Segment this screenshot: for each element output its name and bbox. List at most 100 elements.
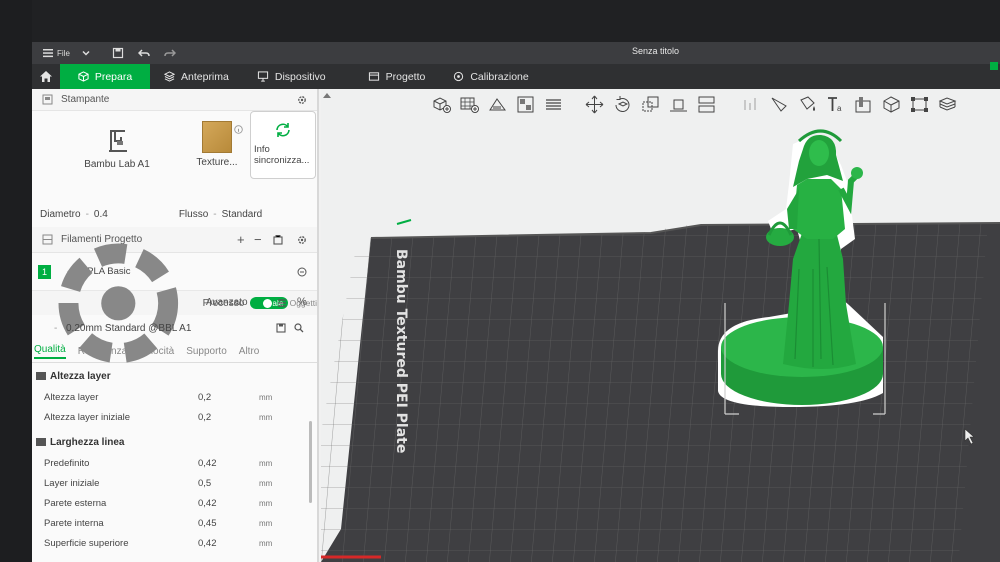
printer-settings-gear-icon[interactable]	[297, 95, 307, 105]
settings-scrollbar[interactable]	[309, 421, 312, 503]
param-label: Altezza layer	[44, 391, 99, 403]
tab-calibrazione[interactable]: Calibrazione	[439, 64, 542, 89]
param-value[interactable]: 0,2	[198, 412, 211, 423]
param-unit: mm	[259, 458, 273, 468]
param-label: Parete esterna	[44, 497, 107, 509]
monitor-bezel-left	[0, 0, 32, 562]
file-menu-label: File	[57, 48, 70, 58]
param-value[interactable]: 0,2	[198, 392, 211, 403]
process-preset-row[interactable]: - 0.20mm Standard @BBL A1	[32, 315, 317, 341]
undo-icon[interactable]	[137, 47, 150, 59]
tab-anteprima[interactable]: Anteprima	[150, 64, 243, 89]
param-label: Parete interna	[44, 517, 104, 529]
home-icon	[40, 71, 52, 82]
filament-edit-icon[interactable]	[297, 267, 307, 277]
flow-separator: -	[213, 208, 217, 220]
tab-progetto[interactable]: Progetto	[354, 64, 440, 89]
sync-info-button[interactable]: Info sincronizza...	[250, 111, 316, 179]
printer-selector[interactable]: Bambu Lab A1	[82, 123, 152, 170]
home-button[interactable]	[32, 64, 60, 89]
save-icon[interactable]	[112, 47, 124, 59]
tab-dispositivo[interactable]: Dispositivo	[243, 64, 340, 89]
param-value[interactable]: 0,5	[198, 478, 211, 489]
plate-label: Texture...	[196, 157, 238, 168]
textured-plate-thumbnail	[202, 121, 232, 153]
param-label: Predefinito	[44, 457, 90, 469]
percent-icon[interactable]: %	[297, 296, 307, 308]
model-head	[809, 140, 829, 166]
flow-label: Flusso	[178, 208, 209, 220]
param-row: Layer iniziale 0,5 mm	[32, 473, 317, 493]
sync-label-line-1: Info	[254, 144, 270, 155]
tab-prepara[interactable]: Prepara	[60, 64, 150, 89]
param-value[interactable]: 0,42	[198, 498, 217, 509]
printer-section-header: Stampante	[32, 89, 317, 111]
plate-grid	[321, 223, 989, 562]
flow-value[interactable]: Standard	[222, 209, 263, 220]
origin-marker	[396, 219, 412, 225]
tab-dispositivo-label: Dispositivo	[274, 70, 326, 83]
process-preset-name: 0.20mm Standard @BBL A1	[66, 322, 192, 334]
param-unit: mm	[259, 518, 273, 528]
param-label: Layer iniziale	[44, 477, 100, 489]
printer-icon	[109, 130, 127, 152]
diameter-separator: -	[85, 208, 89, 220]
preset-dash: -	[54, 322, 58, 334]
param-row: Altezza layer 0,2 mm	[32, 387, 317, 407]
printer-section-title: Stampante	[61, 94, 110, 105]
param-row: Parete interna 0,45 mm	[32, 513, 317, 533]
param-unit: mm	[259, 498, 273, 508]
redo-icon[interactable]	[164, 47, 176, 59]
process-section-header: Processo Globale Oggetti Avanzato %	[32, 243, 317, 363]
param-value[interactable]: 0,45	[198, 518, 217, 529]
settings-panel: Stampante Bambu Lab A1 Texture... Info s…	[32, 89, 319, 562]
layers-icon	[164, 71, 175, 82]
param-row: Parete esterna 0,42 mm	[32, 493, 317, 513]
param-unit: mm	[259, 538, 273, 548]
param-label: Altezza layer iniziale	[44, 411, 131, 423]
advanced-label: Avanzato	[206, 297, 248, 308]
param-row: Altezza layer iniziale 0,2 mm	[32, 407, 317, 427]
group-line-width: Larghezza linea	[32, 431, 317, 453]
tab-progetto-label: Progetto	[385, 70, 426, 83]
monitor-bezel-top	[0, 0, 1000, 42]
status-indicator	[990, 62, 998, 70]
file-menu-button[interactable]: File	[42, 47, 70, 59]
device-icon	[257, 71, 268, 82]
group-line-width-title: Larghezza linea	[50, 436, 125, 448]
diameter-value[interactable]: 0.4	[94, 209, 108, 220]
tab-anteprima-label: Anteprima	[181, 70, 229, 83]
list-icon[interactable]	[277, 298, 287, 308]
search-icon[interactable]	[294, 323, 304, 333]
param-label: Superficie superiore	[44, 537, 129, 549]
process-gear-icon	[58, 243, 179, 363]
main-tab-bar: Prepara Anteprima Dispositivo Progetto C…	[32, 64, 1000, 89]
sync-icon	[276, 123, 290, 137]
subtab-altro[interactable]: Altro	[239, 346, 260, 357]
chevron-down-icon[interactable]	[80, 47, 92, 59]
filament-sync-icon[interactable]	[273, 235, 283, 245]
printer-section-icon	[42, 94, 53, 105]
param-value[interactable]: 0,42	[198, 458, 217, 469]
add-filament-button[interactable]: +	[237, 232, 245, 247]
window-title: Senza titolo	[632, 46, 680, 56]
plate-info-icon[interactable]	[234, 125, 243, 134]
printer-selector-row: Bambu Lab A1 Texture... Info sincronizza…	[32, 111, 317, 201]
param-value[interactable]: 0,42	[198, 538, 217, 549]
calibration-icon	[454, 71, 464, 82]
title-bar: File Senza titolo	[32, 42, 1000, 64]
diameter-label: Diametro	[40, 208, 81, 220]
plate-text: Bambu Textured PEI Plate	[393, 249, 409, 453]
sync-label-line-2: sincronizza...	[254, 155, 310, 166]
3d-viewport[interactable]: a Bambu Textured PEI Plate	[321, 89, 1000, 562]
cube-icon	[78, 71, 89, 82]
filament-settings-gear-icon[interactable]	[297, 235, 307, 245]
param-unit: mm	[259, 392, 273, 402]
group-line-width-icon	[36, 438, 46, 446]
advanced-toggle[interactable]	[253, 298, 273, 309]
app-window: File Senza titolo Prepara Anteprima Disp…	[32, 42, 1000, 562]
remove-filament-button[interactable]: −	[254, 232, 262, 247]
param-unit: mm	[259, 478, 273, 488]
build-plate-scene[interactable]: Bambu Textured PEI Plate	[321, 89, 1000, 562]
save-preset-icon[interactable]	[276, 323, 286, 333]
